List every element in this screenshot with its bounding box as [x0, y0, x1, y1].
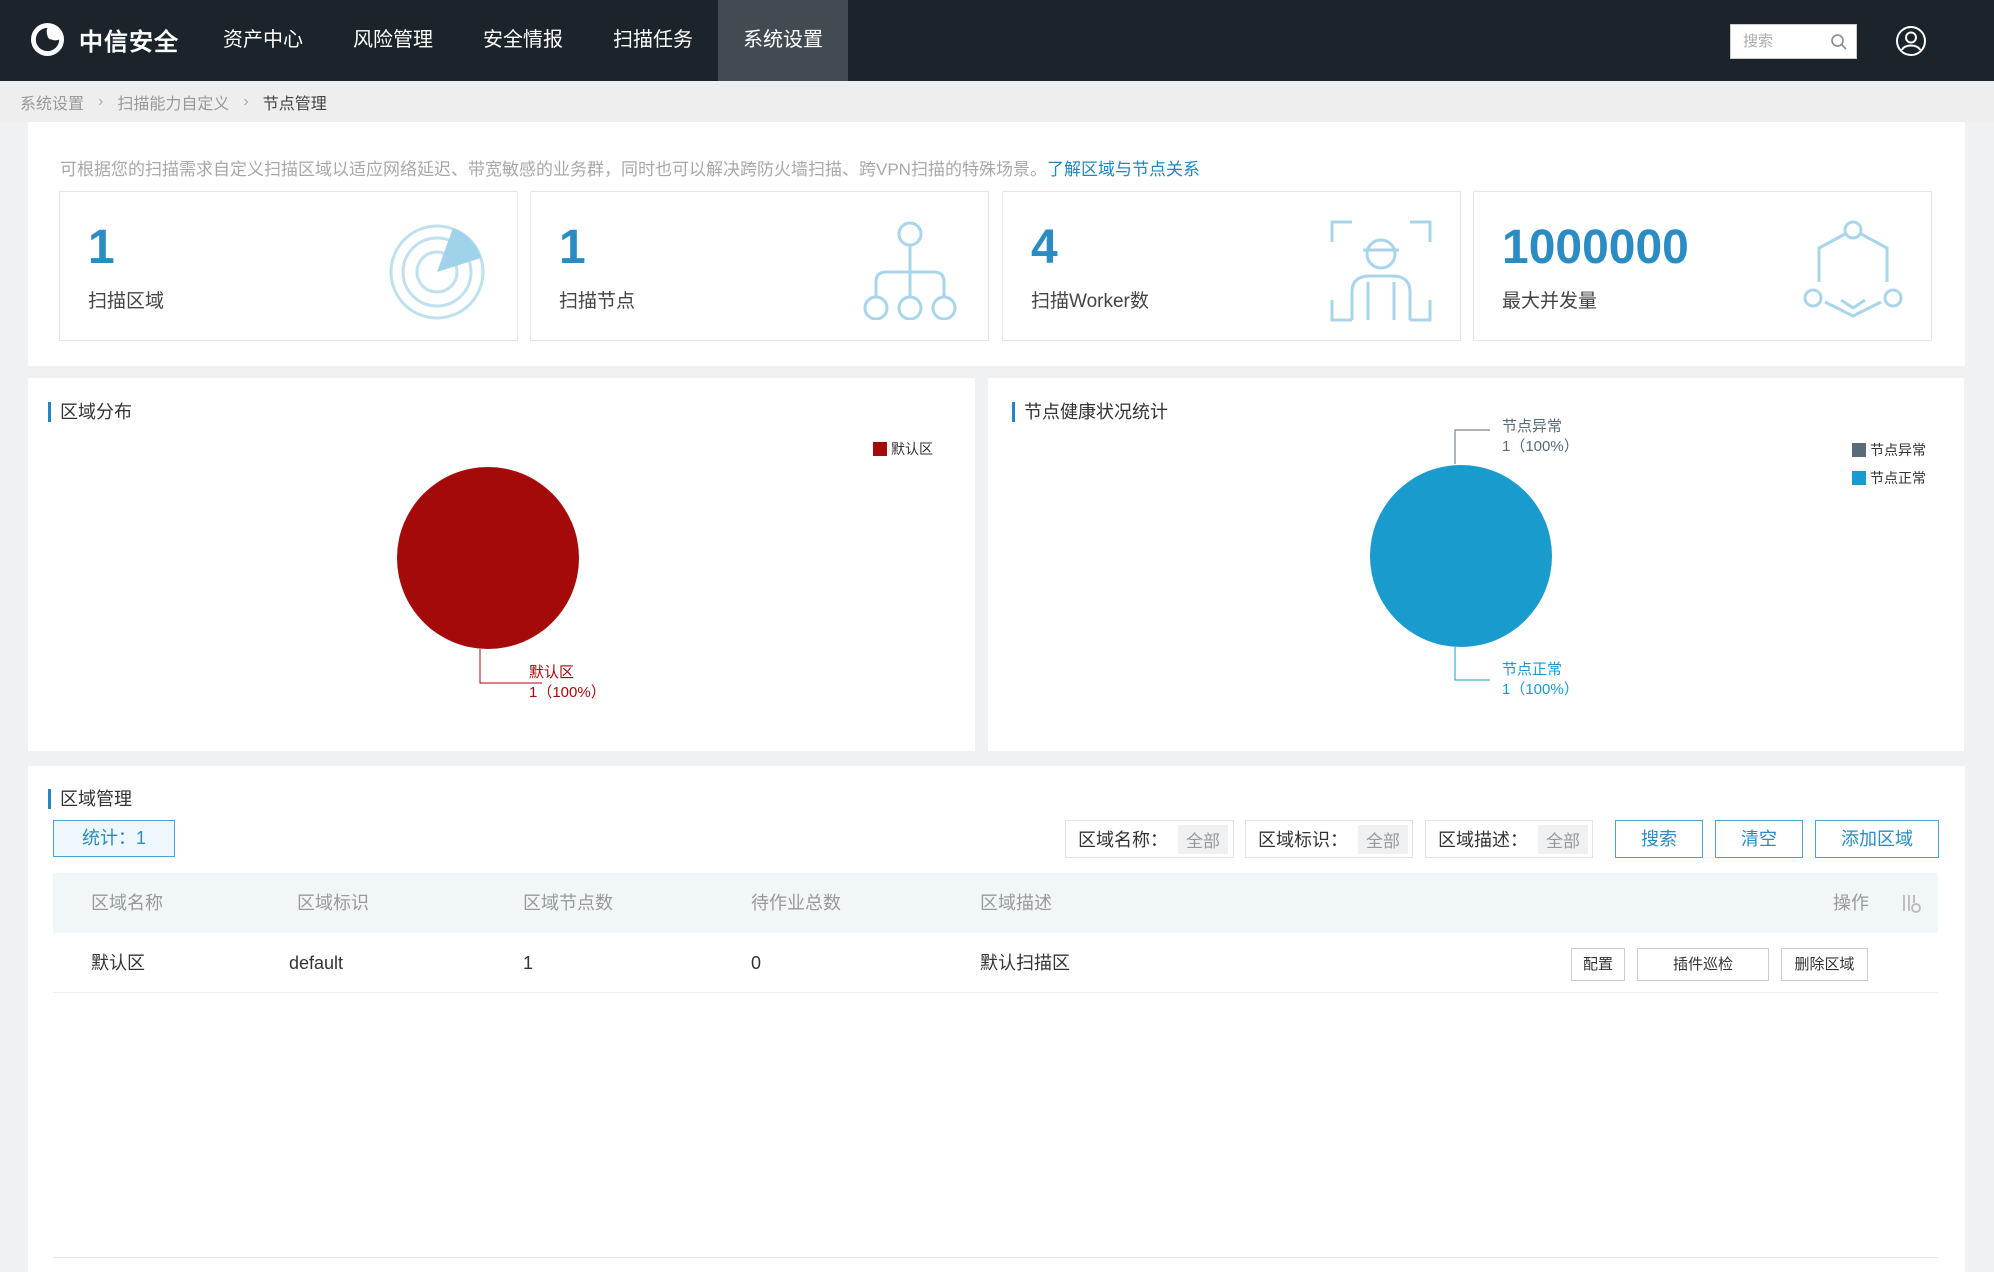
- concurrency-icon: [1803, 220, 1903, 320]
- intro-text: 可根据您的扫描需求自定义扫描区域以适应网络延迟、带宽敏感的业务群，同时也可以解决…: [60, 155, 1200, 180]
- nav-item-risk[interactable]: 风险管理: [328, 0, 458, 81]
- plugin-inspect-button[interactable]: 插件巡检: [1637, 948, 1769, 981]
- stat-label: 扫描区域: [88, 291, 165, 312]
- filter-value[interactable]: 全部: [1178, 824, 1228, 854]
- nav-item-scan-tasks[interactable]: 扫描任务: [588, 0, 718, 81]
- column-header-node-count[interactable]: 区域节点数: [523, 873, 613, 933]
- filter-zone-id[interactable]: 区域标识： 全部: [1245, 820, 1413, 858]
- logo-icon: [30, 22, 65, 57]
- callout-name: 节点正常: [1502, 661, 1563, 678]
- nav-item-assets[interactable]: 资产中心: [198, 0, 328, 81]
- table-bottom-divider: [53, 1257, 1938, 1258]
- intro-description: 可根据您的扫描需求自定义扫描区域以适应网络延迟、带宽敏感的业务群，同时也可以解决…: [60, 160, 1047, 179]
- main-nav: 资产中心 风险管理 安全情报 扫描任务 系统设置: [198, 0, 848, 81]
- zone-count-badge[interactable]: 统计：1: [53, 820, 175, 857]
- stat-card-scan-zones: 1 扫描区域: [59, 191, 518, 341]
- cell-zone-name: 默认区: [91, 953, 145, 973]
- stat-label: 最大并发量: [1502, 291, 1598, 312]
- callout-value: 1（100%）: [1502, 681, 1579, 698]
- header-search: [1730, 24, 1857, 59]
- normal-callout: 节点正常 1（100%）: [1502, 660, 1579, 700]
- column-header-actions: 操作: [1833, 893, 1869, 913]
- column-header-zone-id[interactable]: 区域标识: [297, 873, 369, 933]
- radar-icon: [389, 220, 489, 320]
- stat-card-max-concurrency: 1000000 最大并发量: [1473, 191, 1932, 341]
- stat-card-scan-nodes: 1 扫描节点: [530, 191, 989, 341]
- breadcrumb: 系统设置 › 扫描能力自定义 › 节点管理: [0, 81, 1994, 122]
- cell-zone-id: default: [289, 953, 344, 973]
- zone-callout: 默认区 1（100%）: [529, 663, 606, 703]
- column-settings-icon[interactable]: [1901, 893, 1923, 915]
- user-icon[interactable]: [1895, 25, 1927, 57]
- filter-value[interactable]: 全部: [1538, 824, 1588, 854]
- column-header-zone-name[interactable]: 区域名称: [91, 873, 163, 933]
- table-row: 默认区 default 1 0 默认扫描区 配置 插件巡检 删除区域: [53, 933, 1938, 993]
- chevron-right-icon: ›: [98, 92, 104, 110]
- callout-value: 1（100%）: [529, 684, 606, 701]
- worker-icon: [1330, 220, 1432, 322]
- stat-card-workers: 4 扫描Worker数: [1002, 191, 1461, 341]
- search-button[interactable]: 搜索: [1615, 820, 1703, 858]
- cell-zone-desc: 默认扫描区: [980, 953, 1070, 973]
- clear-button[interactable]: 清空: [1715, 820, 1803, 858]
- top-navigation-bar: 中信安全 资产中心 风险管理 安全情报 扫描任务 系统设置: [0, 0, 1994, 81]
- stat-value: 4: [1031, 221, 1058, 274]
- stat-value: 1: [559, 221, 586, 274]
- search-input[interactable]: [1731, 25, 1827, 58]
- health-pie-chart: [1370, 429, 1552, 681]
- zone-pie-chart: [397, 467, 579, 684]
- filter-label: 区域名称：: [1078, 830, 1168, 850]
- abnormal-callout: 节点异常 1（100%）: [1502, 417, 1579, 457]
- brand-name: 中信安全: [79, 29, 179, 56]
- pie-slice-1: [1370, 465, 1552, 647]
- callout-name: 节点异常: [1502, 418, 1563, 435]
- abnormal-callout-line: [1454, 429, 1490, 464]
- breadcrumb-item-settings[interactable]: 系统设置: [20, 90, 84, 114]
- table-header: 区域名称 区域标识 区域节点数 待作业总数 区域描述 操作: [53, 873, 1938, 933]
- filter-label: 区域标识：: [1258, 830, 1348, 850]
- column-header-zone-desc[interactable]: 区域描述: [980, 873, 1052, 933]
- filter-label: 区域描述：: [1438, 830, 1528, 850]
- cell-node-count: 1: [523, 953, 534, 973]
- stat-label: 扫描Worker数: [1031, 291, 1149, 312]
- normal-callout-line: [1454, 647, 1490, 681]
- filter-zone-name[interactable]: 区域名称： 全部: [1065, 820, 1234, 858]
- zone-management-title: 区域管理: [48, 789, 132, 809]
- stat-value: 1: [88, 221, 115, 274]
- filter-value[interactable]: 全部: [1358, 824, 1408, 854]
- nav-item-intel[interactable]: 安全情报: [458, 0, 588, 81]
- callout-value: 1（100%）: [1502, 438, 1579, 455]
- configure-button[interactable]: 配置: [1571, 948, 1625, 981]
- search-icon[interactable]: [1830, 33, 1848, 51]
- stat-label: 扫描节点: [559, 291, 636, 312]
- stat-value: 1000000: [1502, 221, 1689, 274]
- cell-pending-jobs: 0: [751, 953, 762, 973]
- add-zone-button[interactable]: 添加区域: [1815, 820, 1939, 858]
- brand-logo[interactable]: 中信安全: [30, 22, 179, 57]
- column-header-pending-jobs[interactable]: 待作业总数: [751, 873, 841, 933]
- delete-zone-button[interactable]: 删除区域: [1781, 948, 1868, 981]
- node-tree-icon: [860, 220, 960, 320]
- nav-item-settings[interactable]: 系统设置: [718, 0, 848, 81]
- breadcrumb-item-scan-capability[interactable]: 扫描能力自定义: [117, 90, 229, 114]
- pie-slice-0: [397, 467, 579, 649]
- filter-zone-desc[interactable]: 区域描述： 全部: [1425, 820, 1593, 858]
- breadcrumb-item-node-management: 节点管理: [262, 95, 327, 113]
- callout-name: 默认区: [529, 664, 575, 681]
- chevron-right-icon: ›: [243, 92, 249, 110]
- zone-node-relation-link[interactable]: 了解区域与节点关系: [1047, 160, 1200, 179]
